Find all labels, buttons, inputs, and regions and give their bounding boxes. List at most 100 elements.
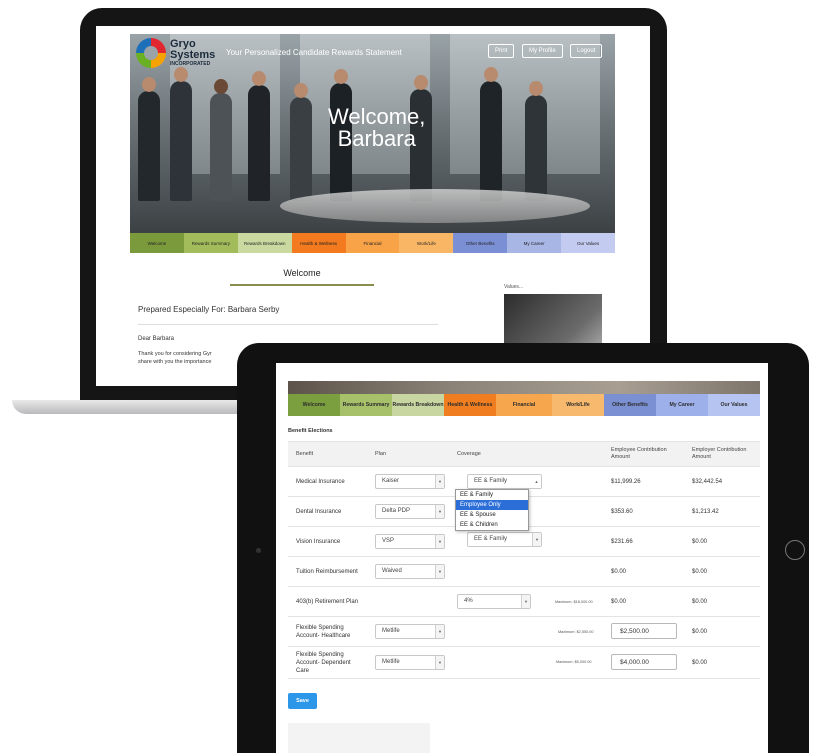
person-figure (525, 81, 547, 201)
plan-value: VSP (382, 538, 395, 544)
chevron-down-icon: ▼ (435, 565, 444, 578)
chevron-down-icon: ▼ (521, 595, 530, 608)
hero-welcome-line2: Barbara (337, 126, 416, 151)
lap-nav-rewards-summary[interactable]: Rewards Summary (183, 233, 238, 253)
dropdown-option[interactable]: EE & Spouse (456, 510, 528, 520)
table-row: Tuition Reimbursement Waived ▼ $0.00 $0.0… (288, 557, 760, 587)
lap-welcome-underline (230, 284, 374, 286)
benefit-name-line2: Account- Healthcare (296, 633, 351, 639)
max-label: Maximum: $18,000.00 (555, 600, 593, 604)
employee-amount-input[interactable]: $4,000.00 (611, 654, 677, 670)
employee-amount-input[interactable]: $2,500.00 (611, 623, 677, 639)
contribution-select[interactable]: 4% ▼ (457, 594, 531, 609)
employer-amount: $32,442.54 (692, 479, 723, 485)
dropdown-option[interactable]: EE & Family (456, 490, 528, 500)
plan-select[interactable]: Metlife ▼ (375, 655, 445, 670)
nav-welcome[interactable]: Welcome (288, 394, 340, 416)
lap-nav-financial[interactable]: Financial (345, 233, 400, 253)
plan-select[interactable]: Waived ▼ (375, 564, 445, 579)
col-plan: Plan (375, 451, 387, 457)
nav-rewards-summary[interactable]: Rewards Summary (340, 394, 392, 416)
coverage-value: EE & Family (474, 478, 508, 484)
plan-select[interactable]: Metlife ▼ (375, 624, 445, 639)
nav-my-career[interactable]: My Career (656, 394, 708, 416)
nav-work-life[interactable]: Work/Life (552, 394, 604, 416)
save-button[interactable]: Save (288, 693, 317, 709)
lap-values-label: Values... (504, 284, 524, 290)
nav-financial[interactable]: Financial (496, 394, 552, 416)
person-figure (170, 67, 192, 201)
person-figure (290, 83, 312, 201)
chevron-up-icon: ▲ (532, 475, 541, 488)
benefit-name-line1: Flexible Spending (296, 652, 344, 658)
employer-amount: $0.00 (692, 660, 708, 666)
lap-nav-welcome[interactable]: Welcome (130, 233, 184, 253)
col-benefit: Benefit (296, 451, 314, 457)
col-employer-line2: Amount (692, 454, 711, 460)
logo-line2: Systems (170, 49, 216, 61)
plan-value: Metlife (382, 659, 400, 665)
table-row: Vision Insurance VSP ▼ EE & Family ▼ $231.… (288, 527, 760, 557)
chevron-down-icon: ▼ (435, 625, 444, 638)
lap-nav-my-career[interactable]: My Career (507, 233, 562, 253)
benefit-name: Dental Insurance (296, 509, 342, 515)
plan-select[interactable]: Delta PDP ▼ (375, 504, 445, 519)
employer-amount: $0.00 (692, 569, 708, 575)
lap-nav-health-wellness[interactable]: Health & Wellness (291, 233, 346, 253)
benefit-name: Flexible Spending Account- Healthcare (296, 624, 350, 640)
col-employer-line1: Employer Contribution (692, 447, 747, 453)
lap-nav-our-values[interactable]: Our Values (561, 233, 616, 253)
employer-amount: $0.00 (692, 629, 708, 635)
lap-dear: Dear Barbara (138, 336, 175, 342)
col-employer: Employer Contribution Amount (692, 447, 746, 461)
chevron-down-icon: ▼ (435, 505, 444, 518)
chevron-down-icon: ▼ (435, 656, 444, 669)
tablet-home-button[interactable] (785, 540, 805, 560)
laptop-nav: Welcome Rewards Summary Rewards Breakdow… (130, 233, 616, 253)
benefit-name: Tuition Reimbursement (296, 569, 358, 575)
nav-other-benefits[interactable]: Other Benefits (604, 394, 656, 416)
person-figure (480, 67, 502, 201)
person-figure (248, 71, 270, 201)
table-header: Benefit Plan Coverage Employee Contribut… (288, 441, 760, 467)
coverage-select[interactable]: EE & Family ▼ (467, 532, 542, 547)
employee-amount: $11,999.26 (611, 479, 641, 485)
benefit-name: Flexible Spending Account- Dependent Car… (296, 651, 351, 675)
logout-button[interactable]: Logout (570, 44, 603, 58)
coverage-dropdown-list[interactable]: EE & Family Employee Only EE & Spouse EE… (455, 489, 529, 531)
col-coverage: Coverage (457, 451, 481, 457)
tablet-camera (256, 548, 261, 553)
employer-amount: $1,213.42 (692, 509, 719, 515)
hero-banner: Gryo Systems INCORPORATED Your Personali… (130, 34, 615, 233)
col-employee-line1: Employee Contribution (611, 447, 667, 453)
max-label: Maximum: $5,000.00 (556, 660, 592, 664)
my-profile-button[interactable]: My Profile (522, 44, 563, 58)
nav-health-wellness[interactable]: Health & Wellness (444, 394, 496, 416)
employer-amount: $0.00 (692, 539, 708, 545)
logo-line3: INCORPORATED (170, 61, 211, 67)
lap-nav-work-life[interactable]: Work/Life (399, 233, 454, 253)
plan-select[interactable]: Kaiser ▼ (375, 474, 445, 489)
plan-value: Delta PDP (382, 508, 411, 514)
plan-select[interactable]: VSP ▼ (375, 534, 445, 549)
plan-value: Metlife (382, 628, 400, 634)
dropdown-option-selected[interactable]: Employee Only (456, 500, 528, 510)
employee-amount: $231.66 (611, 539, 633, 545)
logo-ring-icon (136, 38, 166, 68)
col-employee: Employee Contribution Amount (611, 447, 667, 461)
coverage-select[interactable]: EE & Family ▲ (467, 474, 542, 489)
lap-nav-rewards-breakdown[interactable]: Rewards Breakdown (237, 233, 292, 253)
lap-thanks-line2: share with you the importance (138, 359, 212, 365)
nav-our-values[interactable]: Our Values (708, 394, 760, 416)
dropdown-option[interactable]: EE & Children (456, 520, 528, 530)
lap-nav-other-benefits[interactable]: Other Benefits (453, 233, 508, 253)
print-button[interactable]: Print (488, 44, 515, 58)
footer-bar (288, 723, 430, 753)
laptop-screen: Gryo Systems INCORPORATED Your Personali… (96, 26, 650, 386)
lap-thanks-line1: Thank you for considering Gyr (138, 351, 212, 357)
person-figure (210, 79, 232, 201)
tablet-hero-strip (288, 381, 760, 394)
nav-rewards-breakdown[interactable]: Rewards Breakdown (392, 394, 444, 416)
coverage-value: EE & Family (474, 536, 508, 542)
lap-prepared-for: Prepared Especially For: Barbara Serby (138, 305, 280, 314)
